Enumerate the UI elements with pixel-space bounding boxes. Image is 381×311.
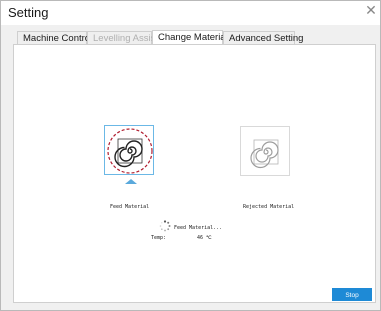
settings-dialog: Setting ✕ Machine Control Levelling Assi… (0, 0, 381, 311)
filament-spool-icon-muted (250, 139, 279, 169)
close-icon[interactable]: ✕ (364, 3, 378, 17)
title-bar: Setting ✕ (1, 1, 380, 25)
tab-change-materials[interactable]: Change Materials (152, 30, 232, 44)
tab-machine-control[interactable]: Machine Control (17, 31, 92, 44)
selected-indicator-icon (125, 179, 137, 184)
tab-advanced-setting[interactable]: Advanced Setting (223, 31, 303, 44)
window-title: Setting (8, 5, 49, 20)
rejected-material-label: Rejected Material (243, 204, 295, 210)
temp-label: Temp: (151, 235, 167, 241)
rejected-material-option[interactable] (240, 126, 290, 176)
temp-value: 46 ℃ (197, 235, 212, 241)
status-message: Feed Material... (174, 225, 223, 231)
change-materials-panel: Feed Material Rejected Material Feed Mat… (13, 44, 376, 303)
filament-spool-icon (107, 128, 153, 174)
feed-material-option[interactable] (104, 125, 154, 175)
feed-material-label: Feed Material (110, 204, 150, 210)
loading-spinner-icon (159, 220, 171, 232)
tab-levelling-assist: Levelling Assist (87, 31, 158, 44)
stop-button[interactable]: Stop (332, 288, 372, 301)
